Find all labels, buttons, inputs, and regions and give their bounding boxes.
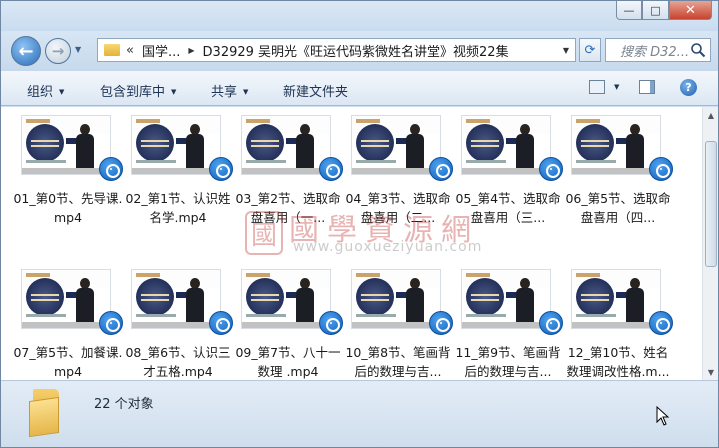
include-in-library-label: 包含到库中 — [100, 85, 166, 100]
share-menu[interactable]: 共享 ▼ — [211, 81, 248, 100]
file-name: 12_第10节、姓名数理调改性格.m... — [566, 345, 670, 379]
organize-menu[interactable]: 组织 ▼ — [27, 81, 64, 100]
title-bar: — □ ✕ — [1, 1, 718, 31]
breadcrumb-separator-icon[interactable]: ▶ — [188, 46, 194, 55]
media-player-icon — [99, 311, 123, 335]
media-player-icon — [539, 311, 563, 335]
scroll-down-icon[interactable]: ▼ — [703, 364, 719, 380]
watermark-url: www.guoxueziyuan.com — [293, 239, 483, 255]
search-placeholder: 搜索 D32... — [620, 44, 690, 60]
video-thumbnail — [241, 115, 331, 175]
scrollbar-thumb[interactable] — [705, 141, 717, 267]
file-name: 04_第3节、选取命盘喜用（二... — [345, 191, 451, 225]
media-player-icon — [649, 311, 673, 335]
file-list[interactable]: 01_第0节、先导课.mp4 02_第1节、认识姓名学.mp4 03_第2节、选取命… — [1, 107, 702, 380]
video-thumbnail — [351, 115, 441, 175]
video-thumbnail — [21, 115, 111, 175]
share-label: 共享 — [211, 85, 238, 100]
search-input[interactable]: 搜索 D32... — [605, 38, 711, 62]
media-player-icon — [539, 157, 563, 181]
preview-pane-icon[interactable] — [639, 80, 655, 94]
video-thumbnail — [21, 269, 111, 329]
video-thumbnail — [571, 269, 661, 329]
media-player-icon — [429, 311, 453, 335]
item-count: 22 个对象 — [94, 397, 154, 412]
chevron-down-icon: ▼ — [59, 88, 65, 96]
forward-button[interactable]: → — [45, 38, 71, 64]
refresh-button[interactable]: ⟳ — [579, 38, 601, 62]
file-name: 08_第6节、认识三才五格.mp4 — [125, 345, 231, 379]
media-player-icon — [319, 311, 343, 335]
close-button[interactable]: ✕ — [669, 1, 712, 20]
search-icon — [691, 43, 706, 58]
address-overflow-chevron[interactable]: « — [126, 43, 134, 58]
vertical-scrollbar[interactable]: ▲ ▼ — [702, 107, 718, 380]
folder-icon — [29, 389, 63, 438]
new-folder-button[interactable]: 新建文件夹 — [283, 81, 348, 100]
back-button[interactable]: ← — [11, 36, 41, 66]
command-toolbar: 组织 ▼ 包含到库中 ▼ 共享 ▼ 新建文件夹 ▼ ? — [1, 71, 718, 106]
organize-label: 组织 — [27, 85, 54, 100]
breadcrumb-item[interactable]: D32929 吴明光《旺运代码紫微姓名讲堂》视频22集 — [203, 41, 509, 60]
file-name: 11_第9节、笔画背后的数理与吉... — [455, 345, 561, 379]
file-name: 03_第2节、选取命盘喜用（一... — [235, 191, 341, 225]
file-name: 09_第7节、八十一数理 .mp4 — [235, 345, 341, 379]
video-thumbnail — [131, 115, 221, 175]
file-name: 10_第8节、笔画背后的数理与吉... — [345, 345, 451, 379]
file-name: 06_第5节、选取命盘喜用（四... — [565, 191, 671, 225]
chevron-down-icon: ▼ — [243, 88, 249, 96]
file-name: 02_第1节、认识姓名学.mp4 — [125, 191, 231, 225]
explorer-window: — □ ✕ ← → ▼ « 国学... ▶ D32929 吴明光《旺运代码紫微姓… — [0, 0, 719, 448]
media-player-icon — [319, 157, 343, 181]
file-name: 01_第0节、先导课.mp4 — [13, 191, 123, 225]
file-name: 05_第4节、选取命盘喜用（三... — [455, 191, 561, 225]
folder-icon — [104, 44, 120, 56]
breadcrumb-item[interactable]: 国学... — [142, 41, 180, 60]
change-view-icon[interactable] — [589, 80, 605, 94]
video-thumbnail — [461, 269, 551, 329]
video-thumbnail — [351, 269, 441, 329]
navigation-bar: ← → ▼ « 国学... ▶ D32929 吴明光《旺运代码紫微姓名讲堂》视频… — [1, 31, 718, 71]
video-thumbnail — [461, 115, 551, 175]
recent-pages-dropdown[interactable]: ▼ — [75, 45, 81, 54]
maximize-button[interactable]: □ — [642, 1, 669, 20]
help-icon[interactable]: ? — [680, 79, 697, 96]
media-player-icon — [209, 311, 233, 335]
scroll-up-icon[interactable]: ▲ — [703, 107, 719, 123]
video-thumbnail — [571, 115, 661, 175]
media-player-icon — [429, 157, 453, 181]
media-player-icon — [99, 157, 123, 181]
mouse-cursor-icon — [656, 406, 670, 426]
details-pane: 22 个对象 — [1, 380, 718, 447]
refresh-icon: ⟳ — [584, 42, 596, 58]
media-player-icon — [649, 157, 673, 181]
video-thumbnail — [241, 269, 331, 329]
chevron-down-icon: ▼ — [171, 88, 177, 96]
view-options-chevron-down-icon[interactable]: ▼ — [614, 83, 619, 91]
address-bar[interactable]: « 国学... ▶ D32929 吴明光《旺运代码紫微姓名讲堂》视频22集 ▼ — [97, 38, 576, 62]
address-history-chevron-down-icon[interactable]: ▼ — [563, 46, 569, 55]
window-controls: — □ ✕ — [616, 1, 712, 20]
media-player-icon — [209, 157, 233, 181]
include-in-library-menu[interactable]: 包含到库中 ▼ — [100, 81, 176, 100]
minimize-button[interactable]: — — [616, 1, 642, 20]
video-thumbnail — [131, 269, 221, 329]
file-name: 07_第5节、加餐课.mp4 — [13, 345, 123, 379]
